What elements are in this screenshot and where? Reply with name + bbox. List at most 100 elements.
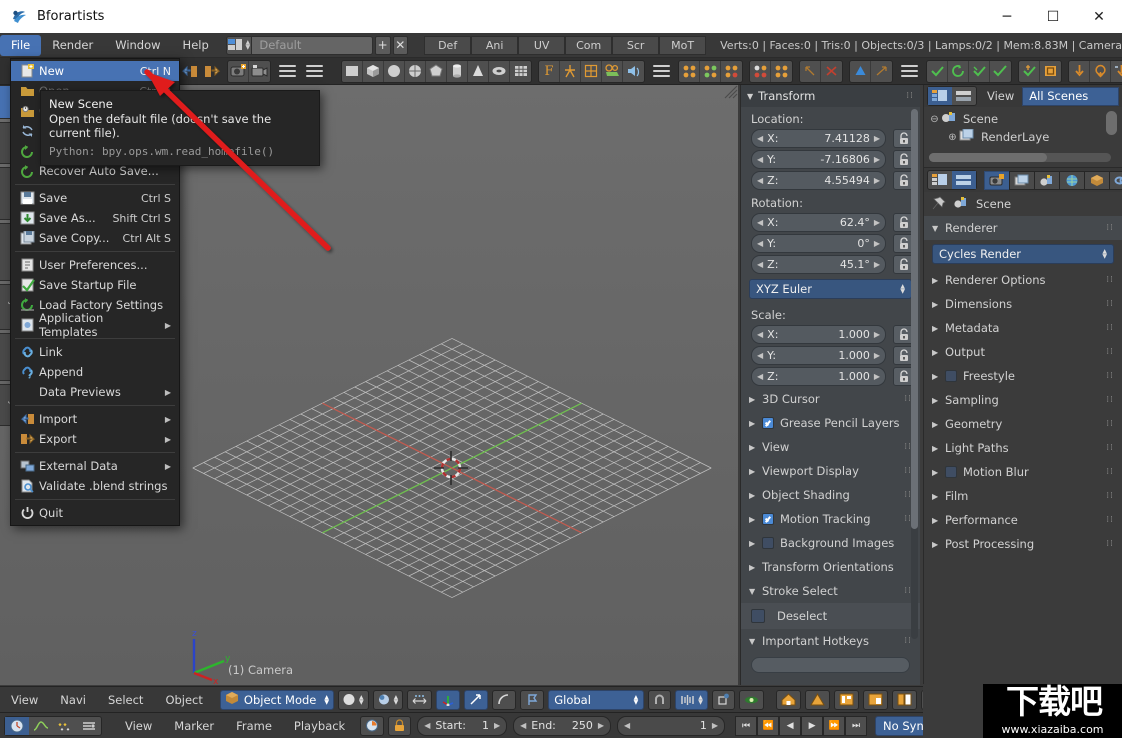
snap-magnet-icon[interactable] xyxy=(648,690,671,710)
origin-geometry-icon[interactable] xyxy=(1069,61,1090,82)
timeline-menu-view[interactable]: View xyxy=(114,719,163,733)
timeline-menu-marker[interactable]: Marker xyxy=(163,719,225,733)
menu-item-link[interactable]: Link xyxy=(11,342,179,362)
hotkeys-button-partial[interactable] xyxy=(751,657,910,673)
tab-ani[interactable]: Ani xyxy=(471,36,518,55)
nla-editor-icon[interactable] xyxy=(77,717,101,735)
menu-item-save-copy[interactable]: Save Copy... Ctrl Alt S xyxy=(11,228,179,248)
background-images-checkbox[interactable] xyxy=(762,537,774,549)
render-visibility-icon[interactable] xyxy=(739,690,764,710)
tab-scr[interactable]: Scr xyxy=(612,36,659,55)
add-uvsphere-icon[interactable] xyxy=(405,61,426,82)
tab-render[interactable] xyxy=(984,171,1009,190)
editor-type-icon[interactable] xyxy=(928,171,952,189)
layer-panel-icon[interactable] xyxy=(863,690,888,710)
left-arrow-icon[interactable]: ◀ xyxy=(757,155,763,164)
section-dimensions[interactable]: ▶ Dimensions ⁞⁞ xyxy=(924,292,1122,316)
current-frame-field[interactable]: ◀ 1 ▶ xyxy=(617,716,725,736)
outliner-scope-dropdown[interactable]: All Scenes xyxy=(1022,87,1119,106)
play-button[interactable]: ▶ xyxy=(801,716,823,736)
timeline-menu-frame[interactable]: Frame xyxy=(225,719,283,733)
add-cylinder-icon[interactable] xyxy=(447,61,468,82)
manipulator-extra-icon[interactable] xyxy=(520,690,544,710)
renderer-panel-header[interactable]: ▼ Renderer ⁞⁞ xyxy=(924,216,1122,240)
right-arrow-icon[interactable]: ▶ xyxy=(874,330,880,339)
outliner-vscrollbar[interactable] xyxy=(1106,111,1117,135)
add-lattice-icon[interactable] xyxy=(581,61,602,82)
select-none-icon[interactable] xyxy=(700,61,721,82)
scale-x-field[interactable]: ◀ X: 1.000 ▶ xyxy=(751,325,886,344)
viewport-menu-view[interactable]: View xyxy=(0,693,49,707)
add-cube-icon[interactable] xyxy=(363,61,384,82)
right-arrow-icon[interactable]: ▶ xyxy=(598,721,604,730)
panel-background-images[interactable]: ▶ Background Images xyxy=(741,531,920,555)
section-geometry[interactable]: ▶ Geometry ⁞⁞ xyxy=(924,412,1122,436)
play-reverse-button[interactable]: ◀ xyxy=(779,716,801,736)
deselect-checkbox[interactable] xyxy=(751,609,765,623)
layer-home-icon[interactable] xyxy=(776,690,801,710)
layer-grid-icon[interactable] xyxy=(834,690,859,710)
viewport-menu-object[interactable]: Object xyxy=(154,693,213,707)
panel-3d-cursor[interactable]: ▶ 3D Cursor ⁞⁞ xyxy=(741,387,920,411)
delete-icon[interactable] xyxy=(821,61,842,82)
menu-list4-icon[interactable] xyxy=(901,63,918,80)
properties-display-icon[interactable] xyxy=(952,171,976,189)
transform-panel-header[interactable]: ▼ Transform ⁞⁞ xyxy=(741,85,920,107)
menu-item-import[interactable]: Import ▶ xyxy=(11,409,179,429)
duplicate-icon[interactable] xyxy=(800,61,821,82)
left-arrow-icon[interactable]: ◀ xyxy=(757,260,763,269)
proportional-edit-icon[interactable]: ▲▼ xyxy=(675,690,708,710)
menu-item-new[interactable]: New Ctrl N xyxy=(11,61,179,81)
select-invert-icon[interactable] xyxy=(721,61,742,82)
motion-blur-checkbox[interactable] xyxy=(945,466,957,478)
viewport-shading-dropdown[interactable]: ▲▼ xyxy=(338,690,369,710)
add-armature-icon[interactable] xyxy=(560,61,581,82)
snap-cursor-icon[interactable] xyxy=(1019,61,1040,82)
origin-cursor-icon[interactable] xyxy=(1111,61,1122,82)
menu-list2-icon[interactable] xyxy=(306,63,323,80)
properties-editor-type-icon[interactable] xyxy=(927,170,977,190)
panel-object-shading[interactable]: ▶ Object Shading ⁞⁞ xyxy=(741,483,920,507)
section-film[interactable]: ▶ Film ⁞⁞ xyxy=(924,484,1122,508)
left-arrow-icon[interactable]: ◀ xyxy=(757,239,763,248)
add-cone-icon[interactable] xyxy=(468,61,489,82)
left-arrow-icon[interactable]: ◀ xyxy=(757,330,763,339)
add-torus-icon[interactable] xyxy=(489,61,510,82)
menu-item-data-previews[interactable]: Data Previews ▶ xyxy=(11,382,179,402)
pivot-point-dropdown[interactable]: ▲▼ xyxy=(373,690,404,710)
panel-important-hotkeys[interactable]: ▼ Important Hotkeys ⁞⁞ xyxy=(741,629,920,653)
viewport-menu-select[interactable]: Select xyxy=(97,693,154,707)
section-motion-blur[interactable]: ▶ Motion Blur ⁞⁞ xyxy=(924,460,1122,484)
apply-all-icon[interactable] xyxy=(990,61,1011,82)
location-x-field[interactable]: ◀ X: 7.41128 ▶ xyxy=(751,129,886,148)
keying-lock-icon[interactable] xyxy=(388,716,411,736)
tab-constraints[interactable] xyxy=(1109,171,1122,190)
menu-item-save-as[interactable]: Save As... Shift Ctrl S xyxy=(11,208,179,228)
rotation-y-field[interactable]: ◀ Y: 0° ▶ xyxy=(751,234,886,253)
menu-item-export[interactable]: Export ▶ xyxy=(11,429,179,449)
tab-render-layers[interactable] xyxy=(1009,171,1034,190)
export-icon[interactable] xyxy=(202,61,223,82)
graph-editor-icon[interactable] xyxy=(29,717,53,735)
menu-item-quit[interactable]: Quit xyxy=(11,503,179,523)
rotation-mode-dropdown[interactable]: XYZ Euler ▲▼ xyxy=(749,279,912,299)
pin-icon[interactable] xyxy=(931,196,946,213)
tab-scene[interactable] xyxy=(1034,171,1059,190)
left-arrow-icon[interactable]: ◀ xyxy=(757,372,763,381)
right-arrow-icon[interactable]: ▶ xyxy=(874,372,880,381)
outliner-view-menu[interactable]: View xyxy=(987,89,1014,103)
manipulator-toggle-icon[interactable] xyxy=(407,690,432,710)
menu-item-append[interactable]: Append xyxy=(11,362,179,382)
npanel-scrollbar[interactable] xyxy=(911,109,918,639)
snap-selection-icon[interactable] xyxy=(1040,61,1061,82)
tab-world[interactable] xyxy=(1059,171,1084,190)
outliner-row-scene[interactable]: ⊖ Scene xyxy=(928,110,1122,128)
menu-help[interactable]: Help xyxy=(172,35,220,56)
right-arrow-icon[interactable]: ▶ xyxy=(874,134,880,143)
frame-start-field[interactable]: ◀ Start: 1 ▶ xyxy=(417,716,507,736)
menu-item-application-templates[interactable]: Application Templates ▶ xyxy=(11,315,179,335)
panel-motion-tracking[interactable]: ▶ Motion Tracking ⁞⁞ xyxy=(741,507,920,531)
left-arrow-icon[interactable]: ◀ xyxy=(757,176,763,185)
right-arrow-icon[interactable]: ▶ xyxy=(874,218,880,227)
section-renderer-options[interactable]: ▶ Renderer Options ⁞⁞ xyxy=(924,268,1122,292)
